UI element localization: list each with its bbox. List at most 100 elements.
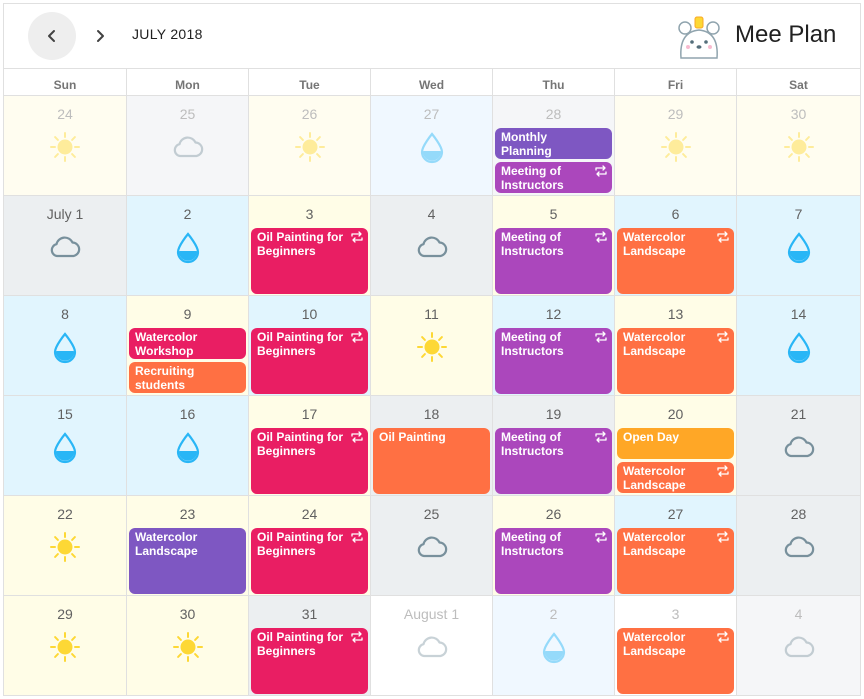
event-chip[interactable]: Oil Painting	[373, 428, 490, 494]
day-cell[interactable]: 2	[492, 595, 614, 695]
event-chip[interactable]: Watercolor Landscape	[617, 328, 734, 394]
day-cell[interactable]: 29	[4, 595, 126, 695]
day-cell[interactable]: 28 Monthly Planning Meeting of Instructors	[492, 95, 614, 195]
day-number: 25	[423, 506, 440, 522]
day-cell[interactable]: 28	[736, 495, 860, 595]
event-title: Watercolor Landscape	[623, 330, 686, 358]
calendar-toolbar: JULY 2018 Mee Plan	[4, 4, 860, 68]
day-cell[interactable]: July 1	[4, 195, 126, 295]
day-cell[interactable]: 20 Open Day Watercolor Landscape	[614, 395, 736, 495]
event-chip[interactable]: Meeting of Instructors	[495, 328, 612, 394]
day-cell[interactable]: 4	[736, 595, 860, 695]
cloud-icon	[48, 230, 82, 264]
event-chip[interactable]: Watercolor Landscape	[129, 528, 246, 594]
day-number: 21	[790, 406, 807, 422]
next-month-button[interactable]	[84, 12, 116, 60]
event-title: Recruiting students	[135, 364, 195, 392]
event-chip[interactable]: Meeting of Instructors	[495, 428, 612, 494]
event-chip[interactable]: Watercolor Landscape	[617, 462, 734, 493]
day-cell[interactable]: 25	[370, 495, 492, 595]
day-number: 9	[183, 306, 192, 322]
cloud-icon	[415, 630, 449, 664]
event-chip[interactable]: Recruiting students	[129, 362, 246, 393]
day-cell[interactable]: 17 Oil Painting for Beginners	[248, 395, 370, 495]
day-cell[interactable]: 11	[370, 295, 492, 395]
prev-month-button[interactable]	[28, 12, 76, 60]
event-chip[interactable]: Meeting of Instructors	[495, 528, 612, 594]
event-title: Watercolor Landscape	[623, 464, 686, 492]
day-cell[interactable]: 24 Oil Painting for Beginners	[248, 495, 370, 595]
day-cell[interactable]: 31 Oil Painting for Beginners	[248, 595, 370, 695]
day-cell[interactable]: 16	[126, 395, 248, 495]
event-chip[interactable]: Meeting of Instructors	[495, 228, 612, 294]
rain-drop-icon	[537, 630, 571, 664]
event-chip[interactable]: Monthly Planning	[495, 128, 612, 159]
event-chip[interactable]: Oil Painting for Beginners	[251, 428, 368, 494]
day-cell[interactable]: 23 Watercolor Landscape	[126, 495, 248, 595]
day-cell[interactable]: 27 Watercolor Landscape	[614, 495, 736, 595]
event-chip[interactable]: Open Day	[617, 428, 734, 459]
day-cell[interactable]: August 1	[370, 595, 492, 695]
day-cell[interactable]: 7	[736, 195, 860, 295]
event-chip[interactable]: Oil Painting for Beginners	[251, 328, 368, 394]
cloud-icon	[782, 630, 816, 664]
day-cell[interactable]: 15	[4, 395, 126, 495]
event-chip[interactable]: Watercolor Landscape	[617, 228, 734, 294]
day-cell[interactable]: 3 Watercolor Landscape	[614, 595, 736, 695]
day-number: 28	[545, 106, 562, 122]
sun-icon	[48, 530, 82, 564]
chevron-left-icon	[48, 30, 55, 42]
day-cell[interactable]: 12 Meeting of Instructors	[492, 295, 614, 395]
day-number: 4	[794, 606, 803, 622]
weekday-fri: Fri	[614, 69, 736, 96]
day-cell[interactable]: 29	[614, 95, 736, 195]
day-cell[interactable]: 30	[736, 95, 860, 195]
sun-icon	[48, 630, 82, 664]
day-number: 11	[424, 306, 439, 322]
event-chip[interactable]: Oil Painting for Beginners	[251, 628, 368, 694]
day-number: 4	[427, 206, 436, 222]
event-title: Meeting of Instructors	[501, 230, 564, 258]
day-cell[interactable]: 25	[126, 95, 248, 195]
day-cell[interactable]: 10 Oil Painting for Beginners	[248, 295, 370, 395]
event-chip[interactable]: Watercolor Landscape	[617, 528, 734, 594]
calendar-app: JULY 2018 Mee Plan Sun Mon Tue Wed Thu Fri Sat…	[3, 3, 861, 696]
day-number: 3	[671, 606, 680, 622]
month-grid: 24 25 26 27 28 Monthly Planning Meeting of Ins…	[4, 95, 860, 695]
weekday-sat: Sat	[736, 69, 860, 96]
day-cell[interactable]: 3 Oil Painting for Beginners	[248, 195, 370, 295]
day-cell[interactable]: 21	[736, 395, 860, 495]
event-chip[interactable]: Oil Painting for Beginners	[251, 228, 368, 294]
chevron-right-icon	[97, 30, 104, 42]
event-title: Oil Painting for Beginners	[257, 530, 343, 558]
day-number: 8	[61, 306, 69, 322]
day-cell[interactable]: 26	[248, 95, 370, 195]
day-cell[interactable]: 30	[126, 595, 248, 695]
day-cell[interactable]: 4	[370, 195, 492, 295]
day-cell[interactable]: 27	[370, 95, 492, 195]
day-cell[interactable]: 19 Meeting of Instructors	[492, 395, 614, 495]
day-cell[interactable]: 22	[4, 495, 126, 595]
event-chip[interactable]: Meeting of Instructors	[495, 162, 612, 193]
day-cell[interactable]: 24	[4, 95, 126, 195]
day-cell[interactable]: 6 Watercolor Landscape	[614, 195, 736, 295]
day-cell[interactable]: 14	[736, 295, 860, 395]
day-cell[interactable]: 5 Meeting of Instructors	[492, 195, 614, 295]
day-cell[interactable]: 9 Watercolor Workshop Recruiting students	[126, 295, 248, 395]
day-number: 26	[301, 106, 318, 122]
event-chip[interactable]: Watercolor Landscape	[617, 628, 734, 694]
day-cell[interactable]: 26 Meeting of Instructors	[492, 495, 614, 595]
day-number: 26	[545, 506, 562, 522]
bear-mascot-logo	[678, 16, 720, 59]
day-cell[interactable]: 8	[4, 295, 126, 395]
repeat-icon	[350, 431, 364, 443]
day-cell[interactable]: 2	[126, 195, 248, 295]
day-number: 23	[179, 506, 196, 522]
event-chip[interactable]: Watercolor Workshop	[129, 328, 246, 359]
event-chip[interactable]: Oil Painting for Beginners	[251, 528, 368, 594]
day-cell[interactable]: 13 Watercolor Landscape	[614, 295, 736, 395]
weekday-tue: Tue	[248, 69, 370, 96]
event-title: Watercolor Landscape	[623, 230, 686, 258]
rain-drop-icon	[171, 430, 205, 464]
day-cell[interactable]: 18 Oil Painting	[370, 395, 492, 495]
